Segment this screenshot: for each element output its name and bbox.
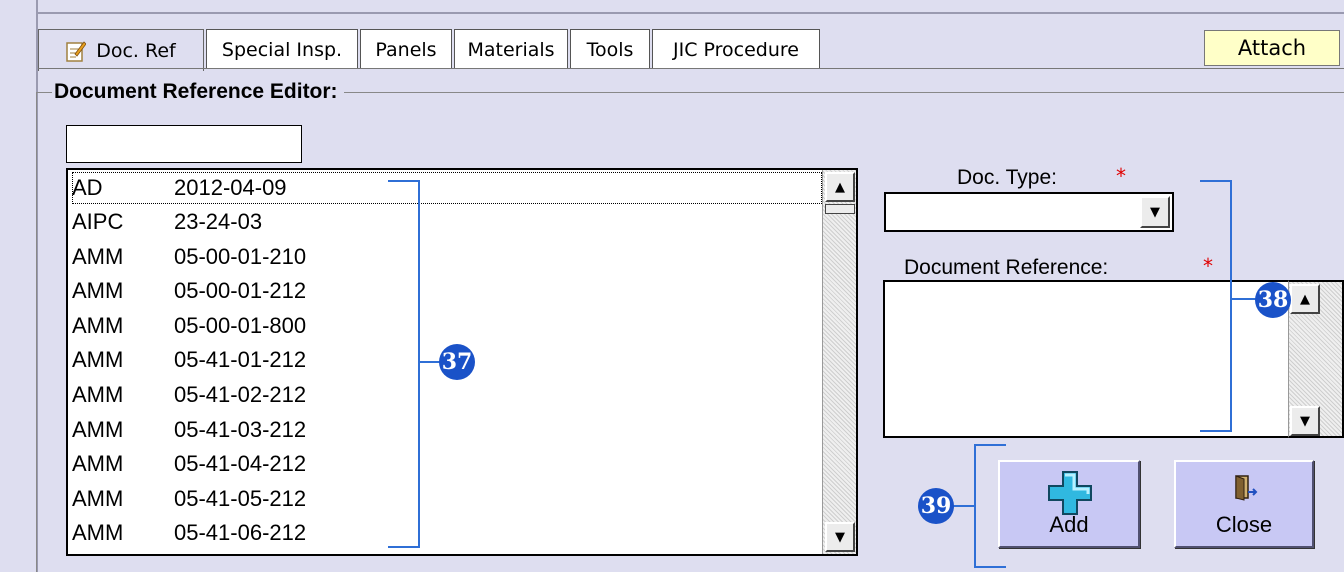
tab-label: Tools bbox=[586, 38, 634, 61]
list-item[interactable]: AMM 05-41-05-212 bbox=[72, 483, 822, 515]
row-doc-type: AD bbox=[72, 175, 103, 200]
row-doc-type: AMM bbox=[72, 244, 124, 269]
tab-label: Panels bbox=[375, 38, 437, 61]
dropdown-button[interactable]: ▼ bbox=[1140, 196, 1170, 228]
list-item[interactable]: AMM 05-00-01-212 bbox=[72, 275, 822, 307]
row-doc-ref: 05-41-05-212 bbox=[174, 486, 307, 511]
list-item[interactable]: AMM 05-41-03-212 bbox=[72, 414, 822, 446]
tab-jic-procedure[interactable]: JIC Procedure bbox=[652, 29, 820, 69]
plus-icon bbox=[1048, 471, 1092, 515]
list-scrollbar[interactable]: ▲ ▼ bbox=[822, 170, 856, 554]
row-doc-ref: 2012-04-09 bbox=[174, 175, 287, 200]
tab-doc-ref[interactable]: Doc. Ref bbox=[38, 29, 204, 71]
callout-bracket-38 bbox=[1200, 180, 1232, 432]
list-item[interactable]: AMM 05-00-01-800 bbox=[72, 310, 822, 342]
list-item[interactable]: AMM 05-00-01-210 bbox=[72, 241, 822, 273]
callout-badge-39: 39 bbox=[918, 488, 954, 524]
row-doc-type: AMM bbox=[72, 278, 124, 303]
document-reference-label: Document Reference: bbox=[904, 256, 1109, 279]
row-doc-type: AMM bbox=[72, 347, 124, 372]
exit-door-icon bbox=[1235, 475, 1258, 501]
row-doc-type: AMM bbox=[72, 486, 124, 511]
list-item[interactable]: AMM 05-41-04-212 bbox=[72, 448, 822, 480]
list-item[interactable]: AIPC 23-24-03 bbox=[72, 206, 822, 238]
tab-special-insp[interactable]: Special Insp. bbox=[206, 29, 358, 69]
attach-label: Attach bbox=[1237, 36, 1307, 60]
arrow-down-icon: ▼ bbox=[835, 529, 845, 545]
arrow-up-icon: ▲ bbox=[1300, 291, 1310, 307]
tab-materials[interactable]: Materials bbox=[454, 29, 568, 69]
row-doc-ref: 05-00-01-210 bbox=[174, 244, 307, 269]
tab-label: Materials bbox=[467, 38, 555, 61]
row-doc-type: AMM bbox=[72, 313, 124, 338]
row-doc-ref: 05-41-02-212 bbox=[174, 382, 307, 407]
tab-label: JIC Procedure bbox=[673, 38, 799, 61]
scroll-thumb[interactable] bbox=[825, 204, 855, 214]
tab-tools[interactable]: Tools bbox=[570, 29, 650, 69]
row-doc-type: AMM bbox=[72, 520, 124, 545]
row-doc-type: AMM bbox=[72, 451, 124, 476]
edit-note-icon bbox=[66, 40, 87, 62]
tab-label: Doc. Ref bbox=[96, 39, 176, 62]
row-doc-type: AIPC bbox=[72, 209, 124, 234]
row-doc-type: AMM bbox=[72, 382, 124, 407]
callout-badge-37: 37 bbox=[439, 344, 475, 380]
arrow-down-icon: ▼ bbox=[1300, 413, 1310, 429]
doc-type-label: Doc. Type: bbox=[957, 166, 1057, 189]
row-doc-ref: 05-00-01-800 bbox=[174, 313, 307, 338]
add-button[interactable]: Add bbox=[998, 460, 1140, 548]
row-doc-ref: 05-00-01-212 bbox=[174, 278, 307, 303]
arrow-up-icon: ▲ bbox=[835, 179, 845, 195]
callout-bracket-39 bbox=[974, 444, 1006, 568]
callout-connector-37 bbox=[420, 361, 440, 363]
attach-button[interactable]: Attach bbox=[1204, 30, 1340, 66]
scroll-up-button[interactable]: ▲ bbox=[1290, 284, 1320, 314]
scroll-up-button[interactable]: ▲ bbox=[825, 172, 855, 202]
close-label: Close bbox=[1215, 512, 1273, 537]
row-doc-ref: 05-41-01-212 bbox=[174, 347, 307, 372]
top-frame-border bbox=[36, 0, 1344, 14]
tab-strip-divider bbox=[38, 68, 1344, 69]
row-doc-type: AMM bbox=[72, 417, 124, 442]
callout-connector-39 bbox=[952, 505, 976, 507]
filter-input[interactable] bbox=[66, 125, 302, 163]
callout-bracket-37 bbox=[388, 180, 420, 548]
required-marker: * bbox=[1116, 164, 1126, 188]
list-item[interactable]: AMM 05-41-02-212 bbox=[72, 379, 822, 411]
list-item[interactable]: AD 2012-04-09 bbox=[72, 172, 822, 204]
doc-type-select[interactable]: ▼ bbox=[884, 192, 1174, 232]
group-title: Document Reference Editor: bbox=[52, 80, 344, 104]
callout-connector-38 bbox=[1232, 298, 1256, 300]
scroll-down-button[interactable]: ▼ bbox=[1290, 406, 1320, 436]
row-doc-ref: 23-24-03 bbox=[174, 209, 263, 234]
callout-badge-38: 38 bbox=[1255, 282, 1291, 318]
row-doc-ref: 05-41-03-212 bbox=[174, 417, 307, 442]
tab-label: Special Insp. bbox=[221, 38, 343, 61]
row-doc-ref: 05-41-06-212 bbox=[174, 520, 307, 545]
chevron-down-icon: ▼ bbox=[1150, 204, 1160, 220]
tab-panels[interactable]: Panels bbox=[360, 29, 452, 69]
close-button[interactable]: Close bbox=[1174, 460, 1314, 548]
textarea-scrollbar[interactable]: ▲ ▼ bbox=[1288, 280, 1344, 438]
add-label: Add bbox=[1049, 512, 1089, 537]
list-item[interactable]: AMM 05-41-06-212 bbox=[72, 517, 822, 549]
row-doc-ref: 05-41-04-212 bbox=[174, 451, 307, 476]
scroll-down-button[interactable]: ▼ bbox=[825, 522, 855, 552]
tab-strip: Doc. Ref Special Insp. Panels Materials … bbox=[38, 29, 1344, 71]
